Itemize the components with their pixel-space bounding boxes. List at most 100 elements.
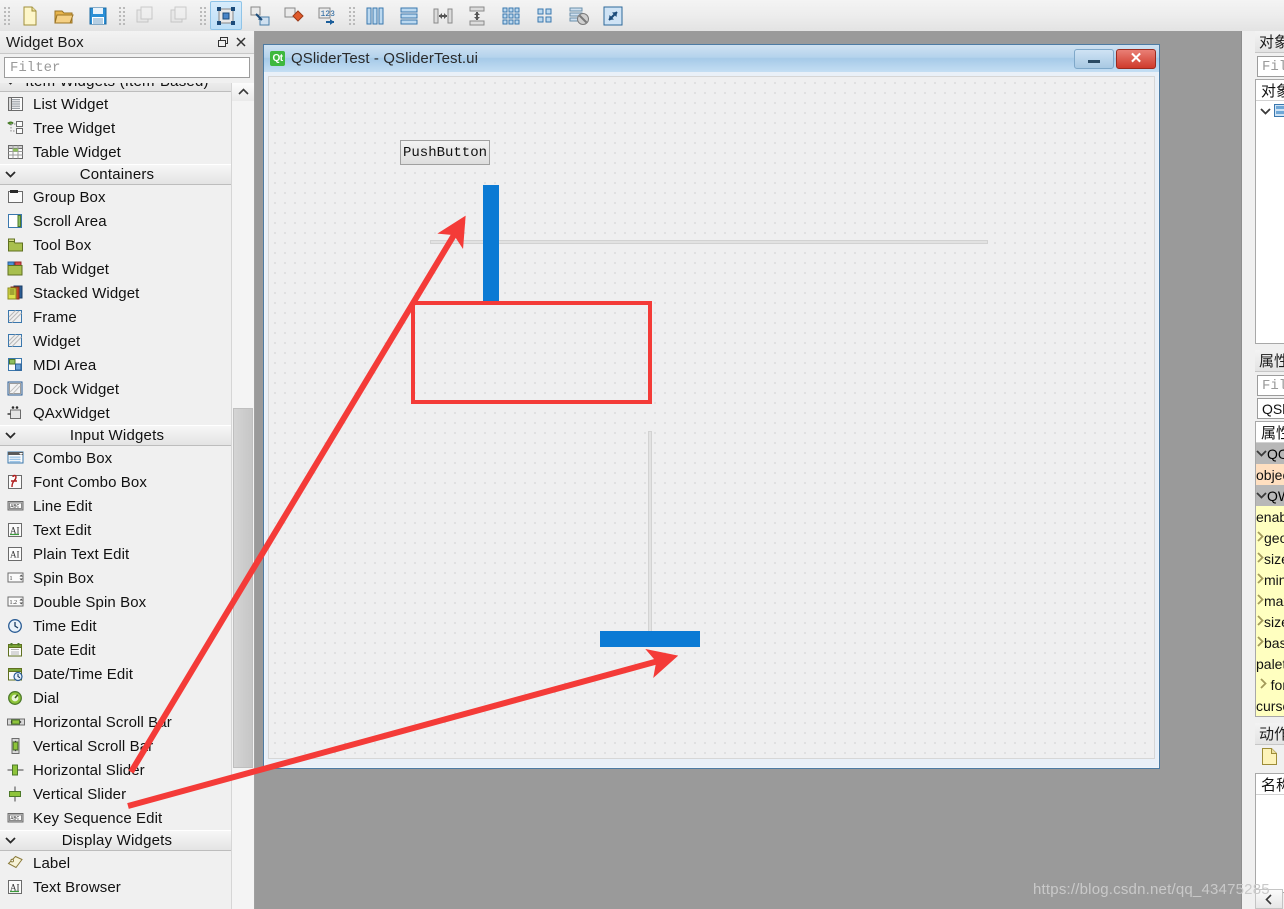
chevron-right-icon[interactable] <box>1256 615 1264 629</box>
widget-box-item-font-combo-box[interactable]: Font Combo Box <box>0 470 232 494</box>
chevron-down-icon[interactable] <box>0 83 20 88</box>
widget-box-item-date-time-edit[interactable]: Date/Time Edit <box>0 662 232 686</box>
object-inspector-filter[interactable]: Filter <box>1257 56 1284 77</box>
property-row[interactable]: cursor <box>1256 695 1284 716</box>
property-row[interactable]: sizeIncrement <box>1256 611 1284 632</box>
widget-box-item-stacked-widget[interactable]: Stacked Widget <box>0 281 232 305</box>
chevron-down-icon[interactable] <box>0 169 20 181</box>
chevron-down-icon[interactable] <box>0 835 20 847</box>
vertical-slider-widget[interactable] <box>430 185 590 301</box>
widget-box-item-spin-box[interactable]: 1Spin Box <box>0 566 232 590</box>
widget-box-item-tool-box[interactable]: Tool Box <box>0 233 232 257</box>
widget-box-item-table-widget[interactable]: Table Widget <box>0 140 232 164</box>
paste-icon[interactable] <box>163 1 195 30</box>
toolbar-grip-3[interactable] <box>198 5 207 27</box>
widget-box-category-item-widgets-item-based[interactable]: Item Widgets (Item-Based) <box>0 83 232 92</box>
widget-box-category-input-widgets[interactable]: Input Widgets <box>0 425 232 446</box>
widget-box-item-dial[interactable]: Dial <box>0 686 232 710</box>
chevron-up-icon[interactable] <box>232 83 254 102</box>
layout-form-icon[interactable] <box>529 1 561 30</box>
widget-box-item-label[interactable]: Label <box>0 851 232 875</box>
widget-box-item-widget[interactable]: Widget <box>0 329 232 353</box>
widget-box-item-vertical-scroll-bar[interactable]: Vertical Scroll Bar <box>0 734 232 758</box>
chevron-down-icon[interactable] <box>1256 448 1267 460</box>
new-action-icon[interactable] <box>1261 747 1278 771</box>
layout-horizontal-icon[interactable] <box>359 1 391 30</box>
chevron-down-icon[interactable] <box>0 430 20 442</box>
new-file-icon[interactable] <box>14 1 46 30</box>
toolbar-grip-4[interactable] <box>347 5 356 27</box>
adjust-size-icon[interactable] <box>597 1 629 30</box>
widget-box-item-horizontal-scroll-bar[interactable]: Horizontal Scroll Bar <box>0 710 232 734</box>
property-row[interactable]: geometry <box>1256 527 1284 548</box>
form-window-titlebar[interactable]: Qt QSliderTest - QSliderTest.ui ✕ <box>264 45 1159 72</box>
close-button[interactable]: ✕ <box>1116 49 1156 69</box>
property-row[interactable]: minimumSize <box>1256 569 1284 590</box>
widget-box-item-combo-box[interactable]: Combo Box <box>0 446 232 470</box>
widget-box-item-frame[interactable]: Frame <box>0 305 232 329</box>
widget-box-item-time-edit[interactable]: Time Edit <box>0 614 232 638</box>
property-row[interactable]: palette <box>1256 653 1284 674</box>
property-row[interactable]: enabled <box>1256 506 1284 527</box>
chevron-down-icon[interactable] <box>1256 106 1274 118</box>
widget-box-item-tab-widget[interactable]: Tab Widget <box>0 257 232 281</box>
widget-box-item-list-widget[interactable]: List Widget <box>0 92 232 116</box>
widget-box-item-horizontal-slider[interactable]: Horizontal Slider <box>0 758 232 782</box>
break-layout-icon[interactable] <box>563 1 595 30</box>
property-row[interactable]: font <box>1256 674 1284 695</box>
widget-box-item-dock-widget[interactable]: Dock Widget <box>0 377 232 401</box>
chevron-right-icon[interactable] <box>1256 678 1271 692</box>
property-editor-filter[interactable]: Filter <box>1257 375 1284 396</box>
chevron-right-icon[interactable] <box>1256 531 1264 545</box>
vertical-slider-handle[interactable] <box>483 185 499 301</box>
restore-icon[interactable] <box>214 33 232 51</box>
property-row[interactable]: sizePolicy <box>1256 548 1284 569</box>
layout-vertical-icon[interactable] <box>393 1 425 30</box>
property-row[interactable]: QWidget <box>1256 485 1284 506</box>
widget-box-category-display-widgets[interactable]: Display Widgets <box>0 830 232 851</box>
layout-splitter-vertical-icon[interactable] <box>461 1 493 30</box>
property-row[interactable]: QObject <box>1256 443 1284 464</box>
widget-box-item-date-edit[interactable]: Date Edit <box>0 638 232 662</box>
property-row[interactable]: baseSize <box>1256 632 1284 653</box>
chevron-right-icon[interactable] <box>1256 594 1264 608</box>
widget-box-item-text-edit[interactable]: AIText Edit <box>0 518 232 542</box>
object-inspector-tree[interactable]: 对象 <box>1255 79 1284 344</box>
form-window[interactable]: Qt QSliderTest - QSliderTest.ui ✕ PushBu… <box>263 44 1160 769</box>
object-inspector-root-row[interactable] <box>1256 101 1284 122</box>
widget-box-item-scroll-area[interactable]: Scroll Area <box>0 209 232 233</box>
minimize-button[interactable] <box>1074 49 1114 69</box>
chevron-right-icon[interactable] <box>1256 552 1264 566</box>
horizontal-slider-widget[interactable] <box>600 431 700 661</box>
edit-widgets-icon[interactable] <box>210 1 242 30</box>
layout-splitter-horizontal-icon[interactable] <box>427 1 459 30</box>
property-row[interactable]: objectName <box>1256 464 1284 485</box>
widget-box-item-plain-text-edit[interactable]: AIPlain Text Edit <box>0 542 232 566</box>
widget-box-category-containers[interactable]: Containers <box>0 164 232 185</box>
toolbar-grip-2[interactable] <box>117 5 126 27</box>
property-editor-table[interactable]: 属性 QObjectobjectNameQWidgetenabledgeomet… <box>1255 421 1284 717</box>
pushbutton-widget[interactable]: PushButton <box>400 140 490 165</box>
property-editor-selected-object[interactable]: QSliderTest : QWidget <box>1257 398 1284 419</box>
save-disk-icon[interactable] <box>82 1 114 30</box>
widget-box-item-qaxwidget[interactable]: QAxWidget <box>0 401 232 425</box>
widget-box-item-mdi-area[interactable]: MDI Area <box>0 353 232 377</box>
widget-box-item-double-spin-box[interactable]: 1.2Double Spin Box <box>0 590 232 614</box>
widget-box-item-group-box[interactable]: Group Box <box>0 185 232 209</box>
scrollbar-thumb[interactable] <box>233 408 253 768</box>
copy-icon[interactable] <box>129 1 161 30</box>
layout-grid-icon[interactable] <box>495 1 527 30</box>
widget-box-item-line-edit[interactable]: ABCLine Edit <box>0 494 232 518</box>
widget-box-item-key-sequence-edit[interactable]: ABCKey Sequence Edit <box>0 806 232 830</box>
open-folder-icon[interactable] <box>48 1 80 30</box>
chevron-right-icon[interactable] <box>1256 573 1264 587</box>
horizontal-slider-handle[interactable] <box>600 631 700 647</box>
chevron-right-icon[interactable] <box>1256 636 1264 650</box>
widget-box-item-tree-widget[interactable]: Tree Widget <box>0 116 232 140</box>
widget-box-scrollbar[interactable] <box>231 83 254 909</box>
action-editor-table[interactable]: 名称 <box>1255 773 1284 893</box>
widget-box-item-text-browser[interactable]: AIText Browser <box>0 875 232 899</box>
edit-buddies-icon[interactable] <box>278 1 310 30</box>
property-row[interactable]: maximumSize <box>1256 590 1284 611</box>
chevron-down-icon[interactable] <box>1256 490 1267 502</box>
